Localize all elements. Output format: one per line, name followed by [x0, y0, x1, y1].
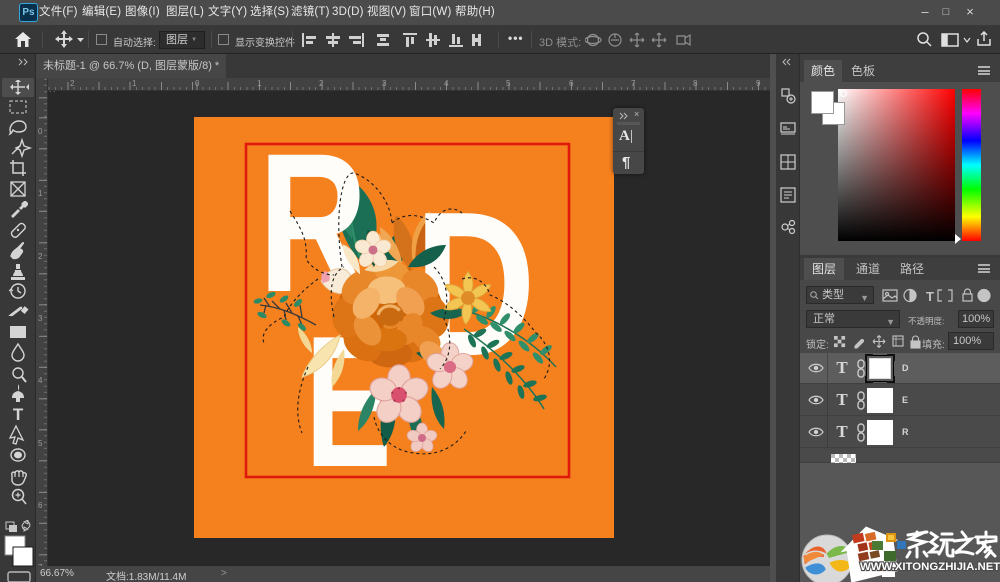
svg-text:WWW.XITONGZHIJIA.NET: WWW.XITONGZHIJIA.NET [860, 561, 1000, 573]
svg-text:T: T [926, 289, 934, 303]
svg-text:T: T [13, 405, 24, 424]
